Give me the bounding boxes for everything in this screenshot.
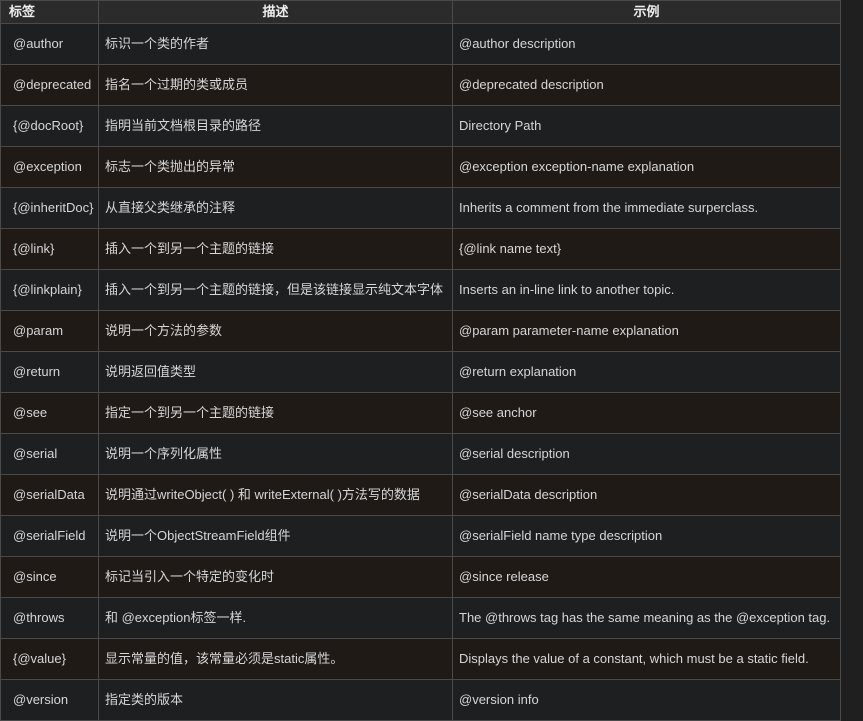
table-row: {@linkplain} 插入一个到另一个主题的链接，但是该链接显示纯文本字体 In… bbox=[0, 269, 841, 311]
example-cell: Directory Path bbox=[452, 105, 841, 147]
example-cell: @deprecated description bbox=[452, 64, 841, 106]
page: 标签 描述 示例 @author 标识一个类的作者 @author descript… bbox=[0, 0, 863, 721]
tag-cell: @serialField bbox=[0, 515, 99, 557]
tag-cell: @see bbox=[0, 392, 99, 434]
table-row: {@value} 显示常量的值，该常量必须是static属性。 Displays t… bbox=[0, 638, 841, 680]
example-cell: @since release bbox=[452, 556, 841, 598]
table-row: {@docRoot} 指明当前文档根目录的路径 Directory Path bbox=[0, 105, 841, 147]
tag-cell: @version bbox=[0, 679, 99, 721]
example-cell: {@link name text} bbox=[452, 228, 841, 270]
description-cell: 和 @exception标签一样. bbox=[98, 597, 453, 639]
table-row: @see 指定一个到另一个主题的链接 @see anchor bbox=[0, 392, 841, 434]
example-cell: @serialField name type description bbox=[452, 515, 841, 557]
description-cell: 插入一个到另一个主题的链接，但是该链接显示纯文本字体 bbox=[98, 269, 453, 311]
example-cell: @version info bbox=[452, 679, 841, 721]
table-row: @since 标记当引入一个特定的变化时 @since release bbox=[0, 556, 841, 598]
table-row: @serialField 说明一个ObjectStreamField组件 @seri… bbox=[0, 515, 841, 557]
table-row: @return 说明返回值类型 @return explanation bbox=[0, 351, 841, 393]
tag-cell: @throws bbox=[0, 597, 99, 639]
table-row: @exception 标志一个类抛出的异常 @exception exception… bbox=[0, 146, 841, 188]
example-cell: The @throws tag has the same meaning as … bbox=[452, 597, 841, 639]
tag-cell: @param bbox=[0, 310, 99, 352]
table-row: @throws 和 @exception标签一样. The @throws tag … bbox=[0, 597, 841, 639]
description-cell: 指明当前文档根目录的路径 bbox=[98, 105, 453, 147]
tag-cell: @since bbox=[0, 556, 99, 598]
description-cell: 指定一个到另一个主题的链接 bbox=[98, 392, 453, 434]
tag-cell: @return bbox=[0, 351, 99, 393]
description-cell: 从直接父类继承的注释 bbox=[98, 187, 453, 229]
table-body: @author 标识一个类的作者 @author description @depre… bbox=[0, 23, 841, 721]
description-cell: 标记当引入一个特定的变化时 bbox=[98, 556, 453, 598]
table-row: @param 说明一个方法的参数 @param parameter-name exp… bbox=[0, 310, 841, 352]
description-cell: 说明通过writeObject( ) 和 writeExternal( )方法写… bbox=[98, 474, 453, 516]
description-cell: 指定类的版本 bbox=[98, 679, 453, 721]
description-cell: 说明一个ObjectStreamField组件 bbox=[98, 515, 453, 557]
example-cell: @param parameter-name explanation bbox=[452, 310, 841, 352]
table-row: @author 标识一个类的作者 @author description bbox=[0, 23, 841, 65]
tag-cell: {@inheritDoc} bbox=[0, 187, 99, 229]
tag-cell: @serialData bbox=[0, 474, 99, 516]
column-header-example: 示例 bbox=[452, 0, 841, 24]
description-cell: 插入一个到另一个主题的链接 bbox=[98, 228, 453, 270]
example-cell: @serialData description bbox=[452, 474, 841, 516]
tag-cell: {@docRoot} bbox=[0, 105, 99, 147]
header-row: 标签 描述 示例 bbox=[0, 0, 841, 24]
example-cell: Inherits a comment from the immediate su… bbox=[452, 187, 841, 229]
tag-cell: @serial bbox=[0, 433, 99, 475]
tag-cell: @exception bbox=[0, 146, 99, 188]
table-row: @serial 说明一个序列化属性 @serial description bbox=[0, 433, 841, 475]
table-row: @serialData 说明通过writeObject( ) 和 writeExt… bbox=[0, 474, 841, 516]
example-cell: @author description bbox=[452, 23, 841, 65]
description-cell: 标志一个类抛出的异常 bbox=[98, 146, 453, 188]
right-margin bbox=[841, 0, 863, 721]
column-header-description: 描述 bbox=[98, 0, 453, 24]
table-row: @version 指定类的版本 @version info bbox=[0, 679, 841, 721]
table-row: {@inheritDoc} 从直接父类继承的注释 Inherits a commen… bbox=[0, 187, 841, 229]
description-cell: 说明一个序列化属性 bbox=[98, 433, 453, 475]
example-cell: @see anchor bbox=[452, 392, 841, 434]
tag-cell: {@link} bbox=[0, 228, 99, 270]
example-cell: Inserts an in-line link to another topic… bbox=[452, 269, 841, 311]
tag-cell: {@value} bbox=[0, 638, 99, 680]
tag-cell: @deprecated bbox=[0, 64, 99, 106]
tag-cell: {@linkplain} bbox=[0, 269, 99, 311]
description-cell: 说明一个方法的参数 bbox=[98, 310, 453, 352]
description-cell: 指名一个过期的类或成员 bbox=[98, 64, 453, 106]
description-cell: 显示常量的值，该常量必须是static属性。 bbox=[98, 638, 453, 680]
example-cell: @exception exception-name explanation bbox=[452, 146, 841, 188]
description-cell: 说明返回值类型 bbox=[98, 351, 453, 393]
table-row: {@link} 插入一个到另一个主题的链接 {@link name text} bbox=[0, 228, 841, 270]
table-row: @deprecated 指名一个过期的类或成员 @deprecated descri… bbox=[0, 64, 841, 106]
tag-cell: @author bbox=[0, 23, 99, 65]
example-cell: @return explanation bbox=[452, 351, 841, 393]
description-cell: 标识一个类的作者 bbox=[98, 23, 453, 65]
example-cell: Displays the value of a constant, which … bbox=[452, 638, 841, 680]
column-header-tag: 标签 bbox=[0, 0, 99, 24]
table-header: 标签 描述 示例 bbox=[0, 0, 841, 24]
example-cell: @serial description bbox=[452, 433, 841, 475]
javadoc-tags-table: 标签 描述 示例 @author 标识一个类的作者 @author descript… bbox=[0, 0, 841, 721]
